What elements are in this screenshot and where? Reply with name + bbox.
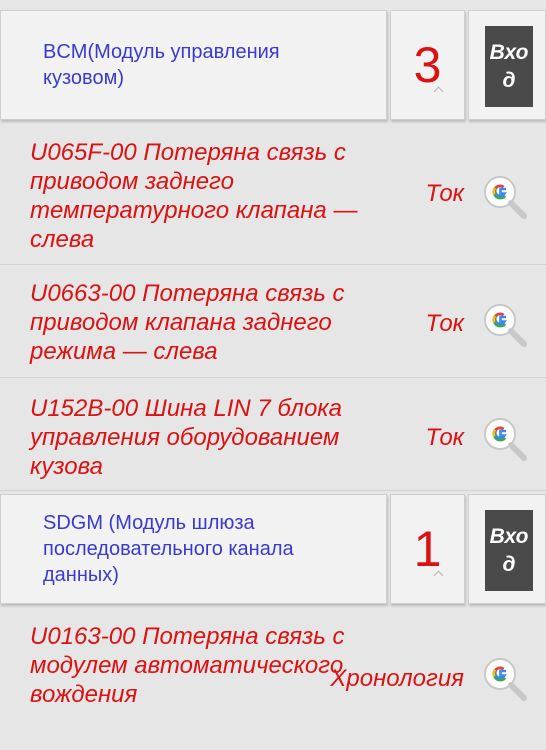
fault-list-screen: BCM(Модуль управления кузовом) 3 Вход U0… — [0, 0, 546, 750]
expand-caret-icon — [433, 570, 444, 581]
fault-status: Ток — [425, 424, 464, 451]
fault-description: U065F-00 Потеряна связь с приводом задне… — [30, 139, 358, 253]
enter-button[interactable]: Вход — [485, 510, 533, 591]
fault-status: Ток — [425, 180, 464, 207]
module-name-label: SDGM (Модуль шлюза последовательного кан… — [43, 512, 294, 586]
fault-count-value: 3 — [413, 37, 442, 93]
module-name-label: BCM(Модуль управления кузовом) — [43, 41, 280, 89]
enter-button[interactable]: Вход — [485, 26, 533, 107]
fault-row[interactable]: U152B-00 Шина LIN 7 блока управления обо… — [0, 378, 546, 491]
google-search-icon[interactable] — [480, 170, 532, 222]
fault-row[interactable]: U0663-00 Потеряна связь с приводом клапа… — [0, 265, 546, 378]
fault-status: Ток — [425, 310, 464, 337]
fault-description: U0663-00 Потеряна связь с приводом клапа… — [30, 280, 345, 365]
google-search-icon[interactable] — [480, 412, 532, 464]
fault-count[interactable]: 3 — [390, 10, 465, 120]
fault-row[interactable]: U065F-00 Потеряна связь с приводом задне… — [0, 124, 546, 265]
module-name[interactable]: BCM(Модуль управления кузовом) — [0, 10, 387, 120]
module-header-bcm: BCM(Модуль управления кузовом) 3 Вход — [0, 10, 546, 120]
fault-count-value: 1 — [413, 521, 442, 577]
module-action-cell: Вход — [468, 494, 546, 604]
google-search-icon[interactable] — [480, 652, 532, 704]
fault-row[interactable]: U0163-00 Потеряна связь с модулем автома… — [0, 608, 546, 750]
fault-status: Хронология — [330, 665, 464, 692]
module-header-sdgm: SDGM (Модуль шлюза последовательного кан… — [0, 494, 546, 604]
google-search-icon[interactable] — [480, 298, 532, 350]
fault-description: U152B-00 Шина LIN 7 блока управления обо… — [30, 395, 342, 480]
expand-caret-icon — [433, 86, 444, 97]
module-action-cell: Вход — [468, 10, 546, 120]
fault-count[interactable]: 1 — [390, 494, 465, 604]
fault-description: U0163-00 Потеряна связь с модулем автома… — [30, 623, 345, 708]
module-name[interactable]: SDGM (Модуль шлюза последовательного кан… — [0, 494, 387, 604]
